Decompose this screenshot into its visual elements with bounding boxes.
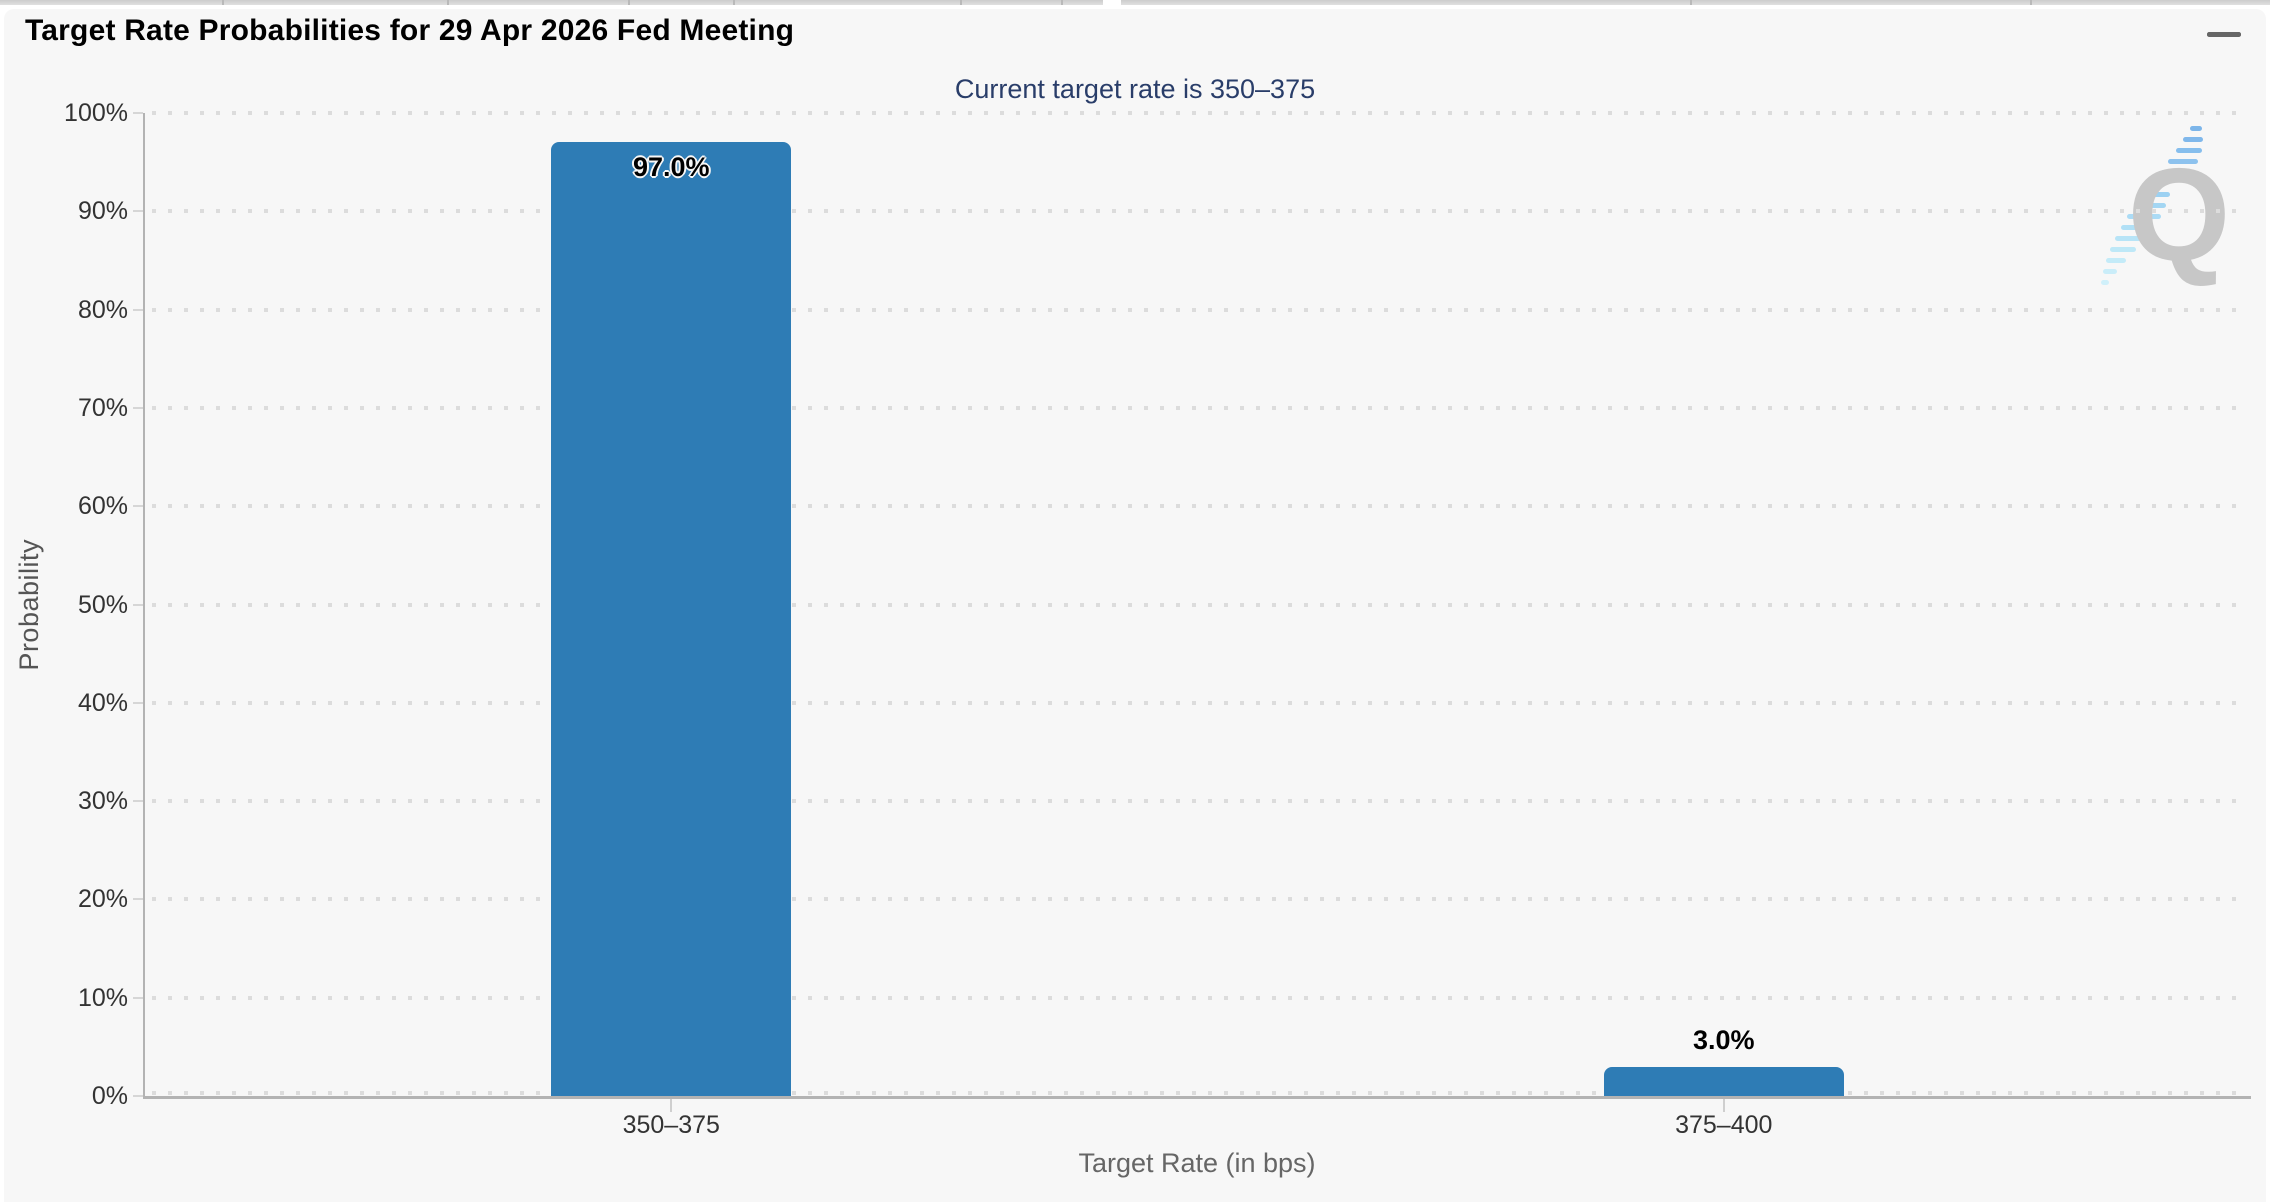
y-axis-tick-label: 100% xyxy=(28,98,128,128)
tab-divider xyxy=(628,0,630,5)
x-axis-line xyxy=(143,1096,2251,1099)
gridline-10 xyxy=(152,996,2244,1000)
bar-value-label: 97.0% xyxy=(541,152,801,183)
y-axis-tick-label: 30% xyxy=(28,786,128,816)
chart-subtitle: Current target rate is 350–375 xyxy=(0,74,2270,105)
y-axis-tick-label: 20% xyxy=(28,884,128,914)
gridline-90 xyxy=(152,209,2244,213)
gridline-0 xyxy=(152,1091,2244,1095)
y-axis-tick-label: 0% xyxy=(28,1081,128,1111)
tab-divider xyxy=(733,0,735,5)
tab-divider xyxy=(960,0,962,5)
tab-divider xyxy=(447,0,449,5)
gridline-50 xyxy=(152,603,2244,607)
y-axis-tick xyxy=(133,505,143,507)
chart-title: Target Rate Probabilities for 29 Apr 202… xyxy=(25,14,794,48)
tab-divider xyxy=(222,0,224,5)
y-axis-tick xyxy=(133,997,143,999)
y-axis-tick xyxy=(133,309,143,311)
y-axis-line xyxy=(143,113,145,1097)
gridline-40 xyxy=(152,701,2244,705)
gridline-100 xyxy=(152,111,2244,115)
y-axis-tick-label: 70% xyxy=(28,393,128,423)
y-axis-tick xyxy=(133,210,143,212)
hamburger-icon xyxy=(2207,32,2241,37)
y-axis-tick-label: 80% xyxy=(28,295,128,325)
y-axis-tick xyxy=(133,407,143,409)
x-axis-tick-label: 375–400 xyxy=(1574,1110,1874,1140)
x-axis-tick-label: 350–375 xyxy=(521,1110,821,1140)
y-axis-tick-label: 40% xyxy=(28,688,128,718)
y-axis-tick-label: 10% xyxy=(28,983,128,1013)
y-axis-tick xyxy=(133,702,143,704)
bar-value-label: 3.0% xyxy=(1594,1025,1854,1056)
y-axis-tick xyxy=(133,112,143,114)
x-axis-title: Target Rate (in bps) xyxy=(897,1148,1497,1179)
gridline-20 xyxy=(152,897,2244,901)
bar-375–400[interactable] xyxy=(1604,1067,1844,1096)
y-axis-tick xyxy=(133,604,143,606)
chart-context-menu-button[interactable] xyxy=(2204,30,2244,62)
y-axis-tick xyxy=(133,1095,143,1097)
gridline-80 xyxy=(152,308,2244,312)
gridline-60 xyxy=(152,504,2244,508)
tab-divider xyxy=(1061,0,1063,5)
y-axis-tick xyxy=(133,898,143,900)
bar-350–375[interactable] xyxy=(551,142,791,1096)
tab-strip-segment-right xyxy=(1121,0,2270,5)
tab-strip-segment-left xyxy=(0,0,1103,5)
y-axis-tick xyxy=(133,800,143,802)
y-axis-tick-label: 90% xyxy=(28,196,128,226)
tab-divider xyxy=(2030,0,2032,5)
browser-tab-strip xyxy=(0,0,2270,5)
gridline-30 xyxy=(152,799,2244,803)
tab-divider xyxy=(1690,0,1692,5)
y-axis-tick-label: 60% xyxy=(28,491,128,521)
y-axis-tick-label: 50% xyxy=(28,590,128,620)
gridline-70 xyxy=(152,406,2244,410)
